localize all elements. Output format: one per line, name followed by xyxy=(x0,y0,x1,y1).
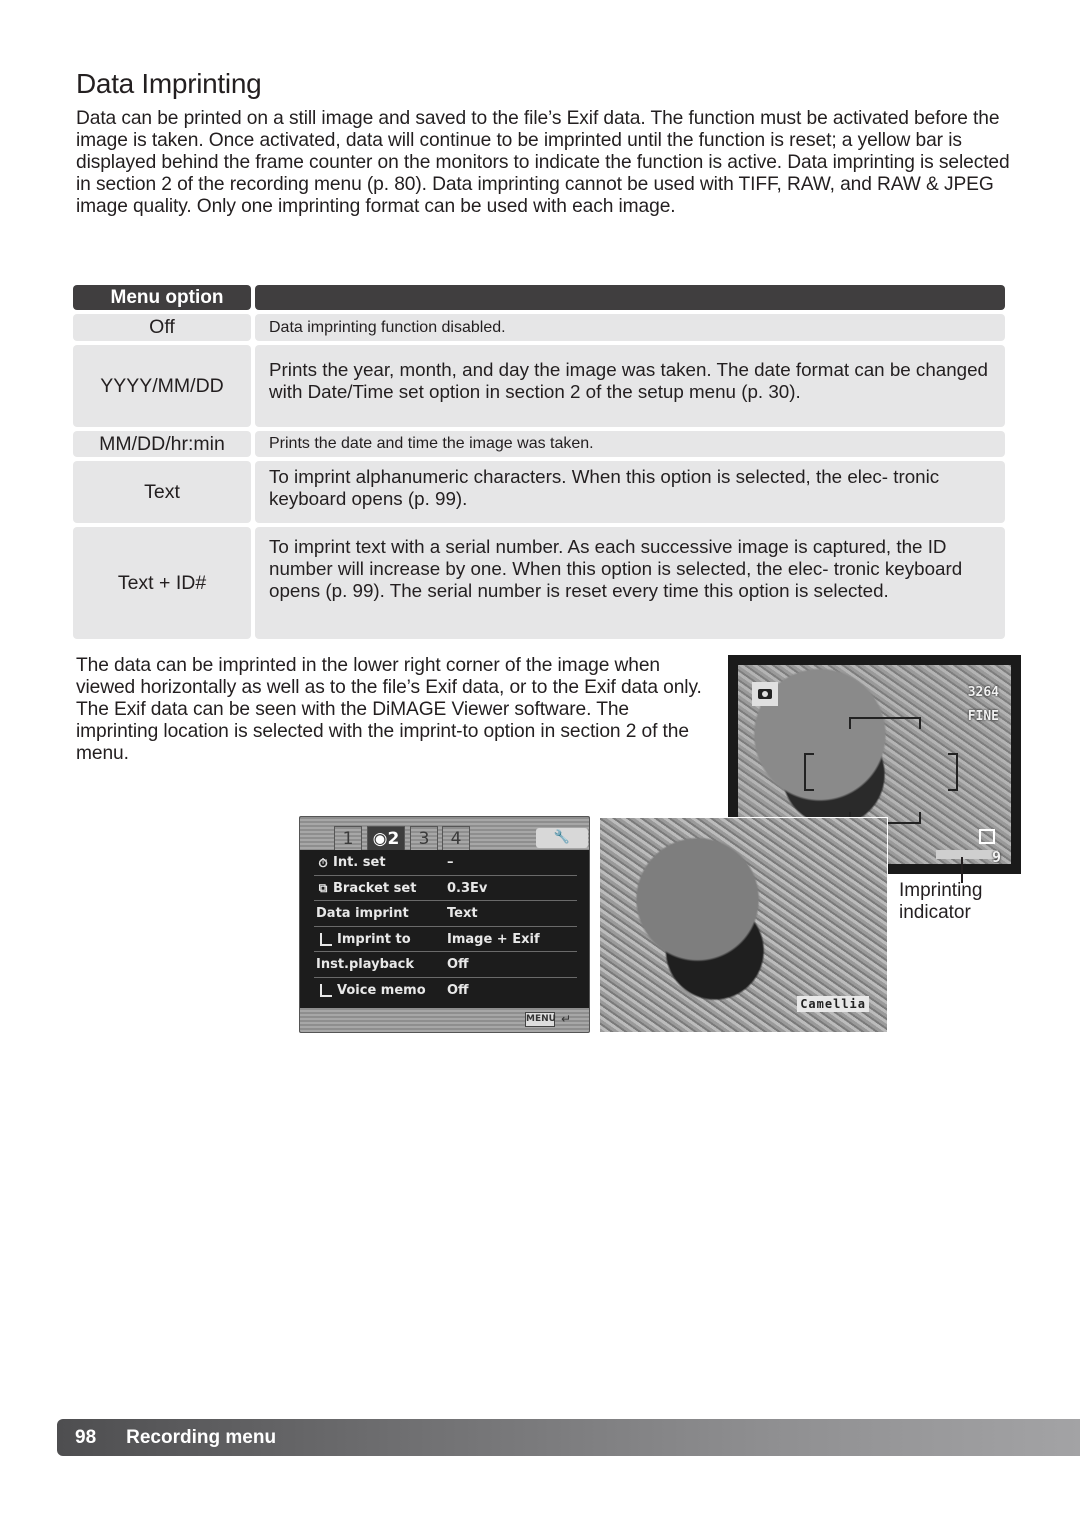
menu-tab-bar: 1 ◉2 3 4 🔧 xyxy=(300,817,589,850)
page-number: 98 xyxy=(75,1426,97,1448)
menu-item-value: Text xyxy=(447,906,478,922)
return-icon: ↵ xyxy=(560,1012,571,1026)
option-name: YYYY/MM/DD xyxy=(73,345,251,427)
spot-metering-icon xyxy=(979,829,995,844)
header-menu-option: Menu option xyxy=(73,285,251,310)
camera-mode-icon xyxy=(752,682,778,706)
menu-item-value: Off xyxy=(447,957,469,973)
menu-item-imprint-to[interactable]: Imprint to Image + Exif xyxy=(314,927,577,953)
menu-item-value: Off xyxy=(447,982,469,998)
menu-item-value: Image + Exif xyxy=(447,931,540,947)
interval-timer-icon: ⏱ xyxy=(318,855,328,870)
camera-recording-menu-screen: 1 ◉2 3 4 🔧 ⏱ Int. set – ⧉ Bracket set 0.3E… xyxy=(299,816,590,1033)
imprinting-indicator-bar xyxy=(936,850,998,859)
menu-items: ⏱ Int. set – ⧉ Bracket set 0.3Ev Data impr… xyxy=(300,850,589,1004)
page-footer: 98 Recording menu xyxy=(57,1419,1080,1456)
menu-item-value: 0.3Ev xyxy=(447,880,488,896)
table-header-row: Menu option xyxy=(73,285,1005,310)
callout-line-2: indicator xyxy=(899,902,971,923)
table-row: YYYY/MM/DD Prints the year, month, and d… xyxy=(73,345,1005,427)
section-name: Recording menu xyxy=(126,1426,277,1448)
camera-icon: ◉ xyxy=(372,829,388,849)
menu-footer: MENU ↵ xyxy=(300,1008,589,1032)
menu-item-bracket-set[interactable]: ⧉ Bracket set 0.3Ev xyxy=(314,876,577,902)
wrench-icon: 🔧 xyxy=(553,830,571,845)
table-row: MM/DD/hr:min Prints the date and time th… xyxy=(73,431,1005,457)
frame-count: 3264 xyxy=(967,685,999,700)
option-name: Text xyxy=(73,461,251,523)
option-description: Prints the date and time the image was t… xyxy=(255,431,1005,457)
menu-item-value: – xyxy=(447,855,454,870)
imprinting-indicator-callout: Imprinting indicator xyxy=(899,880,982,924)
menu-options-table: Menu option Off Data imprinting function… xyxy=(73,285,1005,643)
focus-frame-left xyxy=(804,753,814,791)
menu-tab-2-active[interactable]: ◉2 xyxy=(367,826,405,850)
frames-remaining: 9 xyxy=(991,848,1001,864)
focus-frame-right xyxy=(948,753,958,791)
header-description xyxy=(255,285,1005,310)
location-paragraph: The data can be imprinted in the lower r… xyxy=(76,655,702,764)
imprinted-playback-image: Camellia xyxy=(599,817,888,1033)
menu-item-voice-memo[interactable]: Voice memo Off xyxy=(314,978,577,1004)
option-description: To imprint alphanumeric characters. When… xyxy=(255,461,1005,523)
page-title: Data Imprinting xyxy=(76,68,262,99)
menu-item-data-imprint[interactable]: Data imprint Text xyxy=(314,901,577,927)
focus-frame-top xyxy=(849,717,921,729)
callout-line-1: Imprinting xyxy=(899,880,983,901)
option-name: MM/DD/hr:min xyxy=(73,431,251,457)
table-row: Text + ID# To imprint text with a serial… xyxy=(73,527,1005,639)
image-quality: FINE xyxy=(967,709,999,724)
option-description: To imprint text with a serial number. As… xyxy=(255,527,1005,639)
menu-button[interactable]: MENU xyxy=(525,1012,556,1027)
option-name: Off xyxy=(73,314,251,341)
table-row: Text To imprint alphanumeric characters.… xyxy=(73,461,1005,523)
option-description: Prints the year, month, and day the imag… xyxy=(255,345,1005,427)
table-row: Off Data imprinting function disabled. xyxy=(73,314,1005,341)
imprinted-text: Camellia xyxy=(797,996,869,1012)
setup-tab[interactable]: 🔧 xyxy=(536,828,588,848)
menu-tab-4[interactable]: 4 xyxy=(442,826,470,850)
intro-paragraph: Data can be printed on a still image and… xyxy=(76,108,1010,217)
menu-tab-1[interactable]: 1 xyxy=(334,826,362,850)
bracket-icon: ⧉ xyxy=(318,881,328,896)
menu-tab-3[interactable]: 3 xyxy=(410,826,438,850)
menu-item-inst-playback[interactable]: Inst.playback Off xyxy=(314,952,577,978)
option-name: Text + ID# xyxy=(73,527,251,639)
menu-item-int-set[interactable]: ⏱ Int. set – xyxy=(314,850,577,876)
option-description: Data imprinting function disabled. xyxy=(255,314,1005,341)
